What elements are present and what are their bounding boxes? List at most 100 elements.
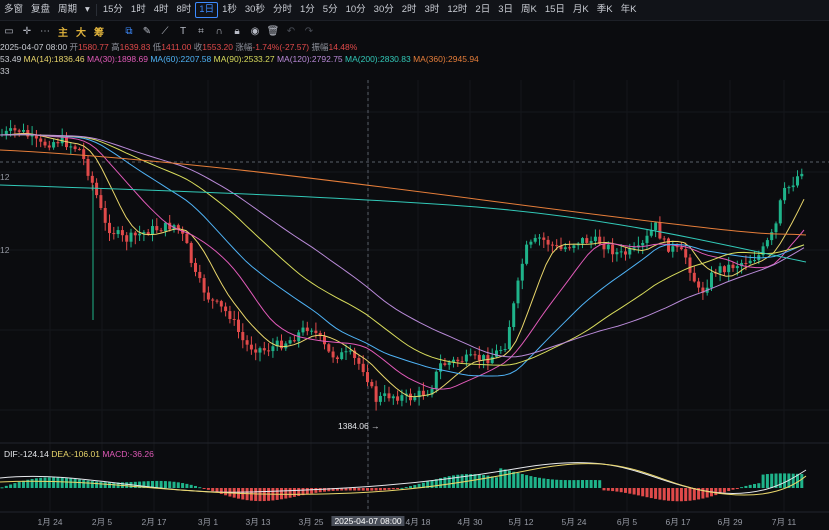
- amplitude-value: 14.48%: [328, 42, 358, 52]
- candle-body: [447, 362, 451, 365]
- ma60-line: [0, 134, 805, 377]
- lock-icon[interactable]: 🔒︎: [228, 22, 246, 40]
- timeframe-8[interactable]: 1秒: [218, 0, 241, 20]
- open-label: 开: [69, 42, 79, 52]
- crosshair-icon[interactable]: ✛: [18, 22, 36, 40]
- ruler-icon[interactable]: ⟋: [156, 22, 174, 40]
- redo-icon[interactable]: ↷: [300, 22, 318, 40]
- timeframe-9[interactable]: 30秒: [241, 0, 269, 20]
- main-indicator-button[interactable]: 主: [54, 22, 72, 40]
- magnet-icon[interactable]: ∩: [210, 22, 228, 40]
- candle-body: [516, 280, 520, 304]
- candle-body: [99, 195, 103, 209]
- timeframe-11[interactable]: 1分: [296, 0, 319, 20]
- macd-bar: [198, 487, 202, 489]
- timeframe-0[interactable]: 多窗: [0, 0, 27, 20]
- timeframe-14[interactable]: 30分: [370, 0, 398, 20]
- macd-bar: [731, 488, 735, 490]
- macd-bar: [292, 488, 296, 497]
- candle-body: [542, 237, 546, 240]
- pattern-icon[interactable]: ⌗: [192, 22, 210, 40]
- candle-body: [271, 346, 275, 352]
- timeframe-6[interactable]: 8时: [173, 0, 196, 20]
- macd-bar: [39, 477, 43, 488]
- candle-body: [344, 351, 348, 353]
- macd-bar: [56, 477, 60, 488]
- big-order-button[interactable]: 大: [72, 22, 90, 40]
- x-axis-label: 2月 5: [91, 517, 113, 527]
- chevron-down-icon[interactable]: ▾: [81, 0, 94, 20]
- candle-body: [774, 223, 778, 233]
- candle-body: [421, 390, 425, 396]
- macd-bar: [503, 469, 507, 488]
- candle-body: [9, 128, 13, 131]
- macd-bar: [202, 488, 206, 489]
- candle-body: [95, 182, 99, 196]
- timeframe-3[interactable]: 15分: [99, 0, 127, 20]
- eye-icon[interactable]: ◉: [246, 22, 264, 40]
- chip-distribution-button[interactable]: 筹: [90, 22, 108, 40]
- macd-bar: [632, 488, 636, 495]
- candle-body: [555, 245, 559, 247]
- text-icon[interactable]: T: [174, 22, 192, 40]
- candle-body: [357, 358, 361, 364]
- timeframe-20[interactable]: 周K: [517, 0, 541, 20]
- timeframe-4[interactable]: 1时: [127, 0, 150, 20]
- macd-legend: DIF:-124.14 DEA:-106.01 MACD:-36.26: [4, 449, 154, 459]
- timeframe-toolbar: 多窗 复盘 周期 ▾ 15分 1时 4时 8时 1日 1秒 30秒 分时 1分 5分 10分 30分 2时 3时 1…: [0, 0, 829, 21]
- window-icon[interactable]: ▭: [0, 22, 18, 40]
- timeframe-5[interactable]: 4时: [150, 0, 173, 20]
- candle-body: [314, 330, 318, 334]
- undo-icon[interactable]: ↶: [282, 22, 300, 40]
- macd-bar: [542, 478, 546, 488]
- timeframe-2[interactable]: 周期: [54, 0, 81, 20]
- candle-body: [331, 351, 335, 358]
- macd-bar: [409, 486, 412, 488]
- candle-body: [305, 327, 309, 332]
- timeframe-12[interactable]: 5分: [319, 0, 342, 20]
- pencil-icon[interactable]: ✎: [138, 22, 156, 40]
- candle-body: [103, 208, 107, 223]
- timeframe-18[interactable]: 2日: [471, 0, 494, 20]
- ohlc-info: 2025-04-07 08:00 开1580.77 高1639.83 低1411…: [0, 42, 829, 53]
- candle-body: [310, 330, 314, 332]
- candle-body: [112, 233, 116, 235]
- candle-body: [593, 236, 597, 242]
- timeframe-22[interactable]: 月K: [569, 0, 593, 20]
- timeframe-1[interactable]: 复盘: [27, 0, 54, 20]
- macd-bar: [13, 483, 17, 488]
- candle-body: [615, 252, 619, 255]
- candle-body: [56, 142, 60, 144]
- macd-bar: [366, 488, 369, 491]
- macd-bar: [490, 476, 494, 488]
- macd-bar: [568, 480, 572, 488]
- timeframe-15[interactable]: 2时: [398, 0, 421, 20]
- macd-bar: [77, 479, 81, 488]
- timeframe-17[interactable]: 12时: [443, 0, 471, 20]
- timeframe-23[interactable]: 季K: [593, 0, 617, 20]
- macd-bar: [305, 488, 309, 495]
- macd-bar: [280, 488, 283, 500]
- macd-bar: [374, 488, 378, 491]
- more-icon[interactable]: ⋯: [36, 22, 54, 40]
- candle-body: [744, 262, 748, 264]
- candle-body: [69, 146, 73, 148]
- candle-body: [262, 348, 266, 351]
- timeframe-7[interactable]: 1日: [195, 2, 219, 18]
- layers-icon[interactable]: ⧉: [120, 22, 138, 40]
- timeframe-19[interactable]: 3日: [494, 0, 517, 20]
- timeframe-13[interactable]: 10分: [342, 0, 370, 20]
- low-price-marker: 1384.06 →: [338, 421, 380, 431]
- macd-bar: [310, 488, 314, 494]
- macd-bar: [43, 477, 47, 488]
- candle-body: [658, 222, 662, 239]
- timeframe-16[interactable]: 3时: [421, 0, 444, 20]
- timeframe-10[interactable]: 分时: [269, 0, 296, 20]
- timeframe-21[interactable]: 15日: [541, 0, 569, 20]
- timeframe-24[interactable]: 年K: [617, 0, 641, 20]
- macd-bar: [615, 488, 619, 492]
- trash-icon[interactable]: 🗑︎: [264, 22, 282, 40]
- macd-bar: [688, 488, 692, 501]
- candle-body: [374, 386, 378, 402]
- candle-body: [90, 175, 94, 183]
